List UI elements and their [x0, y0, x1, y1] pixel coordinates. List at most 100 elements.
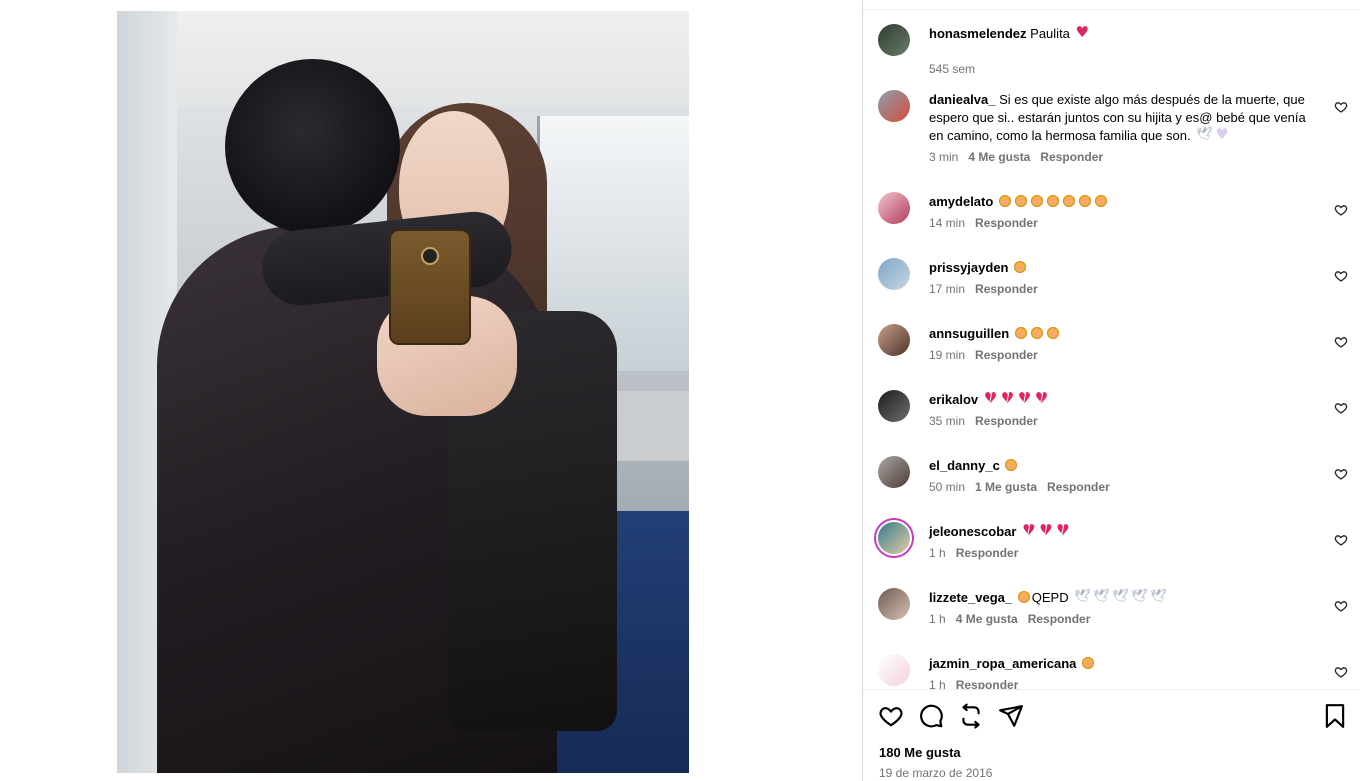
heart-icon[interactable]: [878, 703, 904, 729]
comment-likes[interactable]: 4 Me gusta: [968, 150, 1030, 164]
broken-emoji-icon: [984, 389, 997, 407]
send-icon[interactable]: [998, 703, 1024, 729]
comment-time[interactable]: 545 sem: [929, 62, 975, 76]
lheart-emoji-icon: [1215, 125, 1228, 143]
comment-body: erikalov: [929, 389, 1309, 409]
comment-body: jeleonescobar: [929, 521, 1309, 541]
comment-meta: 3 min 4 Me gusta Responder: [929, 150, 1113, 164]
comment-username[interactable]: jeleonescobar: [929, 524, 1016, 539]
bookmark-icon[interactable]: [1322, 703, 1348, 729]
comment-like-heart-icon[interactable]: [1334, 100, 1348, 114]
avatar[interactable]: [878, 258, 910, 290]
broken-emoji-icon: [1001, 389, 1014, 407]
comment-username[interactable]: daniealva_: [929, 92, 996, 107]
reply-button[interactable]: Responder: [975, 414, 1038, 428]
comment-meta: 14 min Responder: [929, 216, 1048, 230]
comment-like-heart-icon[interactable]: [1334, 467, 1348, 481]
comment-time[interactable]: 19 min: [929, 348, 965, 362]
comment-body: annsuguillen: [929, 325, 1309, 343]
flush-emoji-icon: [1046, 195, 1059, 207]
dove-emoji-icon: [1196, 126, 1213, 144]
comment-icon[interactable]: [918, 703, 944, 729]
comment-username[interactable]: lizzete_vega_: [929, 590, 1012, 605]
comment-like-heart-icon[interactable]: [1334, 269, 1348, 283]
post-photo[interactable]: [117, 11, 689, 773]
repost-icon[interactable]: [958, 703, 984, 729]
flush-emoji-icon: [1078, 195, 1091, 207]
comment-username[interactable]: prissyjayden: [929, 260, 1009, 275]
comment-text: Paulita: [1030, 26, 1070, 41]
reply-button[interactable]: Responder: [956, 546, 1019, 560]
dove-emoji-icon: [1150, 588, 1167, 606]
comment-username[interactable]: annsuguillen: [929, 326, 1009, 341]
flush-emoji-icon: [1094, 195, 1107, 207]
comment-body: el_danny_c: [929, 457, 1309, 475]
flush-emoji-icon: [1030, 327, 1043, 339]
flush-emoji-icon: [1030, 195, 1043, 207]
avatar[interactable]: [878, 90, 910, 122]
photo-ceiling: [117, 11, 689, 106]
flush-emoji-icon: [1062, 195, 1075, 207]
avatar[interactable]: [878, 522, 910, 554]
comment-likes[interactable]: 4 Me gusta: [956, 612, 1018, 626]
comment-like-heart-icon[interactable]: [1334, 401, 1348, 415]
comment-like-heart-icon[interactable]: [1334, 203, 1348, 217]
broken-emoji-icon: [1056, 521, 1069, 539]
flush-emoji-icon: [1014, 195, 1027, 207]
reply-button[interactable]: Responder: [975, 348, 1038, 362]
comment-time[interactable]: 1 h: [929, 612, 946, 626]
comment-username[interactable]: erikalov: [929, 392, 978, 407]
comment-meta: 1 h 4 Me gusta Responder: [929, 612, 1100, 626]
avatar[interactable]: [878, 654, 910, 686]
avatar[interactable]: [878, 390, 910, 422]
divider: [863, 689, 1360, 690]
flush-emoji-icon: [1005, 459, 1018, 471]
comment-like-heart-icon[interactable]: [1334, 533, 1348, 547]
comment-likes[interactable]: 1 Me gusta: [975, 480, 1037, 494]
flush-emoji-icon: [998, 195, 1011, 207]
comment-time[interactable]: 35 min: [929, 414, 965, 428]
comment-username[interactable]: amydelato: [929, 194, 993, 209]
broken-emoji-icon: [1039, 521, 1052, 539]
flush-emoji-icon: [1014, 327, 1027, 339]
comment-time[interactable]: 3 min: [929, 150, 958, 164]
comment-like-heart-icon[interactable]: [1334, 599, 1348, 613]
comment-meta: 17 min Responder: [929, 282, 1048, 296]
comment-meta: 50 min 1 Me gusta Responder: [929, 480, 1120, 494]
reply-button[interactable]: Responder: [1040, 150, 1103, 164]
avatar[interactable]: [878, 24, 910, 56]
comment-time[interactable]: 14 min: [929, 216, 965, 230]
dove-emoji-icon: [1074, 588, 1091, 606]
comment-meta: 545 sem: [929, 62, 985, 76]
comment-body: daniealva_ Si es que existe algo más des…: [929, 91, 1309, 145]
avatar[interactable]: [878, 324, 910, 356]
comment-meta: 1 h Responder: [929, 546, 1028, 560]
dove-emoji-icon: [1093, 588, 1110, 606]
comment-like-heart-icon[interactable]: [1334, 335, 1348, 349]
comment-like-heart-icon[interactable]: [1334, 665, 1348, 679]
reply-button[interactable]: Responder: [1028, 612, 1091, 626]
photo-man-hair: [225, 59, 400, 234]
post-date: 19 de marzo de 2016: [879, 766, 993, 780]
dove-emoji-icon: [1131, 588, 1148, 606]
comment-meta: 19 min Responder: [929, 348, 1048, 362]
likes-count[interactable]: 180 Me gusta: [879, 745, 961, 760]
comment-time[interactable]: 50 min: [929, 480, 965, 494]
avatar[interactable]: [878, 192, 910, 224]
broken-emoji-icon: [1022, 521, 1035, 539]
comment-meta: 35 min Responder: [929, 414, 1048, 428]
reply-button[interactable]: Responder: [975, 282, 1038, 296]
avatar[interactable]: [878, 456, 910, 488]
reply-button[interactable]: Responder: [975, 216, 1038, 230]
comment-username[interactable]: honasmelendez: [929, 26, 1027, 41]
comment-username[interactable]: jazmin_ropa_americana: [929, 656, 1076, 671]
avatar[interactable]: [878, 588, 910, 620]
comment-time[interactable]: 1 h: [929, 546, 946, 560]
reply-button[interactable]: Responder: [1047, 480, 1110, 494]
broken-emoji-icon: [1018, 389, 1031, 407]
heart-emoji-icon: [1076, 23, 1089, 41]
comment-username[interactable]: el_danny_c: [929, 458, 1000, 473]
comment-body: jazmin_ropa_americana: [929, 655, 1309, 673]
comment-time[interactable]: 17 min: [929, 282, 965, 296]
comments-list[interactable]: honasmelendez Paulita 545 sem daniealva_ …: [863, 10, 1360, 690]
